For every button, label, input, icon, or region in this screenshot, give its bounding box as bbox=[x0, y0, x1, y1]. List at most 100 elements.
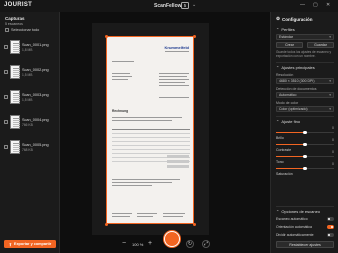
profiles-label: Perfiles bbox=[281, 27, 295, 32]
main-settings-label: Ajustes principales bbox=[281, 65, 315, 70]
auto-split-toggle[interactable]: Dividir automáticamente bbox=[276, 233, 334, 239]
toggle-switch[interactable] bbox=[327, 233, 334, 237]
close-icon[interactable]: ✕ bbox=[326, 2, 330, 8]
scan-name: Scan_0001.png bbox=[22, 42, 49, 47]
toggle-label: Dividir automáticamente bbox=[276, 233, 314, 237]
slider-knob[interactable] bbox=[303, 154, 307, 159]
document-logo: Krummelfeld bbox=[164, 45, 189, 50]
chevron-up-icon: ⌃ bbox=[276, 27, 280, 32]
slider-label: Saturación bbox=[276, 172, 293, 176]
fine-settings-label: Ajuste fino bbox=[281, 119, 301, 124]
chevron-up-icon: ⌃ bbox=[276, 65, 280, 70]
scan-list-item[interactable]: Scan_0004.png 766 KB bbox=[4, 111, 58, 133]
scan-thumbnail bbox=[10, 140, 20, 154]
slider-knob[interactable] bbox=[303, 166, 307, 171]
scan-list-item[interactable]: Scan_0003.png 1,5 MB bbox=[4, 86, 58, 108]
save-profile-button[interactable]: Guardar bbox=[307, 42, 334, 48]
scan-name: Scan_0004.png bbox=[22, 117, 49, 122]
slider-value: 0 bbox=[332, 138, 334, 142]
minimize-icon[interactable]: — bbox=[300, 2, 305, 8]
zoom-out-icon[interactable]: − bbox=[122, 240, 126, 247]
toggle-switch[interactable] bbox=[327, 225, 334, 229]
auto-orientation-toggle[interactable]: Orientación automática bbox=[276, 225, 334, 231]
detection-select[interactable]: Automático bbox=[276, 92, 334, 98]
slider-value: 0 bbox=[332, 126, 334, 130]
crop-handle[interactable] bbox=[192, 34, 196, 38]
scan-thumbnail bbox=[10, 40, 20, 54]
toggle-switch[interactable] bbox=[327, 217, 334, 221]
app-title: ScanFellow bbox=[154, 2, 182, 9]
settings-title-label: Configuración bbox=[282, 16, 313, 22]
title-bar: JOURIST ScanFellow 5 ⌄ — ▢ ✕ bbox=[0, 0, 338, 12]
scan-shutter-button[interactable] bbox=[164, 231, 180, 247]
chevron-down-icon[interactable]: ⌄ bbox=[192, 2, 196, 8]
create-profile-button[interactable]: Crear bbox=[276, 42, 303, 48]
scan-list-item[interactable]: Scan_0002.png 1,5 MB bbox=[4, 61, 58, 83]
toggle-label: Escaneo automático bbox=[276, 217, 308, 221]
scan-checkbox[interactable] bbox=[4, 95, 8, 99]
scan-name: Scan_0005.png bbox=[22, 142, 49, 147]
zoom-in-icon[interactable]: + bbox=[148, 240, 152, 247]
slider-knob[interactable] bbox=[303, 142, 307, 147]
gear-icon: ⚙ bbox=[276, 16, 281, 21]
scan-list-item[interactable]: Scan_0001.png 1,8 MB bbox=[4, 36, 58, 58]
settings-title: ⚙ Configuración bbox=[276, 16, 313, 22]
color-mode-select[interactable]: Color (optimizado) bbox=[276, 106, 334, 112]
scan-preview: Krummelfeld Rechnung − 100 % + ↻ ⤢ bbox=[60, 12, 270, 253]
auto-scan-toggle[interactable]: Escaneo automático bbox=[276, 217, 334, 223]
scan-checkbox[interactable] bbox=[4, 45, 8, 49]
brightness-slider[interactable]: Brillo 0 bbox=[276, 126, 334, 140]
preview-toolbar: − 100 % + ↻ ⤢ bbox=[60, 231, 270, 253]
captures-title: Capturas bbox=[5, 16, 25, 21]
saturation-slider[interactable]: Saturación 0 bbox=[276, 162, 334, 176]
scan-options-header[interactable]: ⌃ Opciones de escaneo bbox=[276, 209, 320, 214]
brand-logo: JOURIST bbox=[4, 2, 33, 8]
main-settings-header[interactable]: ⌃ Ajustes principales bbox=[276, 65, 315, 70]
crop-handle[interactable] bbox=[104, 34, 108, 38]
profile-select[interactable]: Estándar bbox=[276, 34, 334, 40]
toggle-label: Orientación automática bbox=[276, 225, 312, 229]
document-heading: Rechnung bbox=[112, 109, 129, 113]
scan-name: Scan_0003.png bbox=[22, 92, 49, 97]
scanned-document[interactable]: Krummelfeld Rechnung bbox=[106, 36, 194, 224]
contrast-slider[interactable]: Contraste 0 bbox=[276, 138, 334, 152]
scan-size: 1,8 MB bbox=[22, 47, 33, 52]
fine-settings-header[interactable]: ⌃ Ajuste fino bbox=[276, 119, 300, 124]
scan-checkbox[interactable] bbox=[4, 70, 8, 74]
hue-slider[interactable]: Tono 0 bbox=[276, 150, 334, 164]
select-all-checkbox[interactable] bbox=[5, 28, 9, 32]
scan-thumbnail bbox=[10, 65, 20, 79]
resolution-select[interactable]: 4680 × 3510 (300 DPI) bbox=[276, 78, 334, 84]
slider-value: 0 bbox=[332, 150, 334, 154]
select-all-label: Seleccionar todo bbox=[11, 28, 40, 32]
share-icon: ⇪ bbox=[8, 242, 12, 247]
scan-list-item[interactable]: Scan_0005.png 768 KB bbox=[4, 136, 58, 158]
scan-thumbnail bbox=[10, 115, 20, 129]
profiles-header[interactable]: ⌃ Perfiles bbox=[276, 27, 295, 32]
rotate-icon[interactable]: ↻ bbox=[186, 240, 194, 248]
scan-size: 768 KB bbox=[22, 147, 33, 152]
maximize-icon[interactable]: ▢ bbox=[313, 2, 318, 8]
detection-label: Detección de documentos bbox=[276, 87, 317, 91]
profiles-hint: Guarde todos los ajustes de escaneo y ex… bbox=[276, 50, 332, 58]
scan-name: Scan_0002.png bbox=[22, 67, 49, 72]
chevron-up-icon: ⌃ bbox=[276, 209, 280, 214]
scan-checkbox[interactable] bbox=[4, 145, 8, 149]
scan-size: 1,5 MB bbox=[22, 72, 33, 77]
chevron-up-icon: ⌃ bbox=[276, 119, 280, 124]
reset-settings-button[interactable]: Restablecer ajustes bbox=[276, 241, 334, 248]
resolution-label: Resolución bbox=[276, 73, 294, 77]
document-table bbox=[112, 129, 190, 169]
scan-options-label: Opciones de escaneo bbox=[281, 209, 321, 214]
scan-count-badge[interactable]: 5 bbox=[181, 2, 189, 9]
color-mode-label: Modo de color bbox=[276, 101, 299, 105]
crop-handle[interactable] bbox=[104, 222, 108, 226]
scan-checkbox[interactable] bbox=[4, 120, 8, 124]
crop-icon[interactable]: ⤢ bbox=[202, 240, 210, 248]
zoom-level: 100 % bbox=[132, 241, 144, 247]
export-share-button[interactable]: ⇪ Exportar y compartir bbox=[4, 240, 56, 248]
crop-handle[interactable] bbox=[192, 222, 196, 226]
select-all[interactable]: Seleccionar todo bbox=[5, 28, 39, 32]
slider-knob[interactable] bbox=[303, 130, 307, 135]
scan-size: 766 KB bbox=[22, 122, 33, 127]
